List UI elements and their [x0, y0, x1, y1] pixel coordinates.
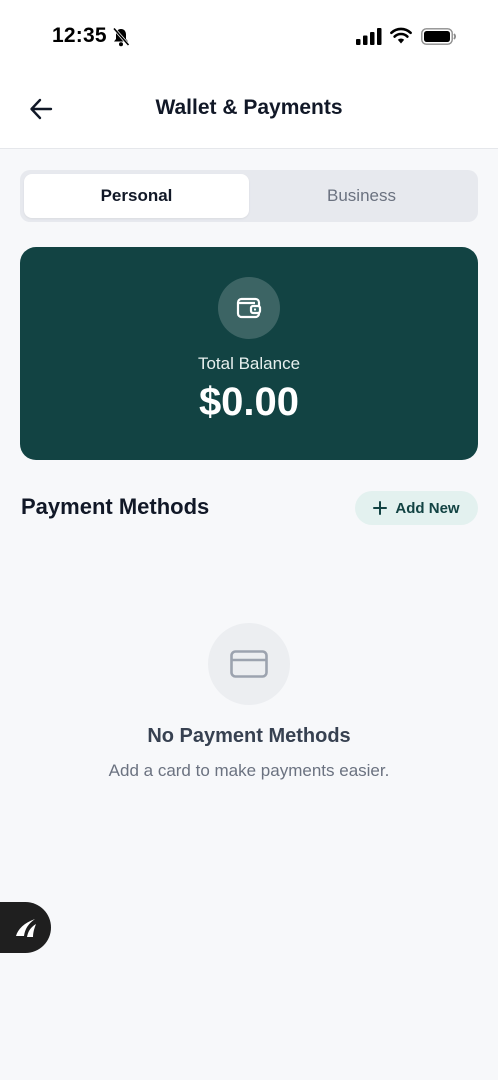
add-new-label: Add New [395, 499, 460, 517]
balance-label: Total Balance [197, 354, 301, 373]
wallet-icon-badge [218, 277, 280, 339]
balance-amount: $0.00 [198, 380, 300, 424]
plus-icon [373, 501, 388, 515]
empty-state-icon-badge [208, 623, 290, 705]
empty-state-title: No Payment Methods [147, 725, 351, 747]
app-header: Wallet & Payments [0, 72, 498, 149]
wallet-screen: 12:35 Wallet & Payments Personal Busines… [0, 0, 498, 1080]
cellular-signal-icon [356, 28, 382, 45]
wifi-icon [390, 27, 412, 44]
status-time: 12:35 [52, 24, 107, 47]
battery-icon [421, 28, 456, 45]
empty-state-subtitle: Add a card to make payments easier. [108, 761, 390, 780]
status-bar: 12:35 [0, 0, 498, 72]
add-new-button[interactable]: Add New [355, 491, 478, 525]
account-type-toggle: Personal Business [20, 170, 478, 222]
credit-card-icon [230, 650, 268, 678]
wallet-icon [236, 297, 262, 319]
bell-slash-icon [112, 27, 130, 47]
tab-business[interactable]: Business [249, 174, 474, 218]
section-title-payment-methods: Payment Methods [21, 494, 210, 519]
page-title: Wallet & Payments [155, 96, 343, 119]
floating-app-button[interactable] [0, 902, 51, 953]
tab-personal[interactable]: Personal [24, 174, 249, 218]
balance-card: Total Balance $0.00 [20, 247, 478, 460]
app-logo-icon [15, 918, 36, 937]
